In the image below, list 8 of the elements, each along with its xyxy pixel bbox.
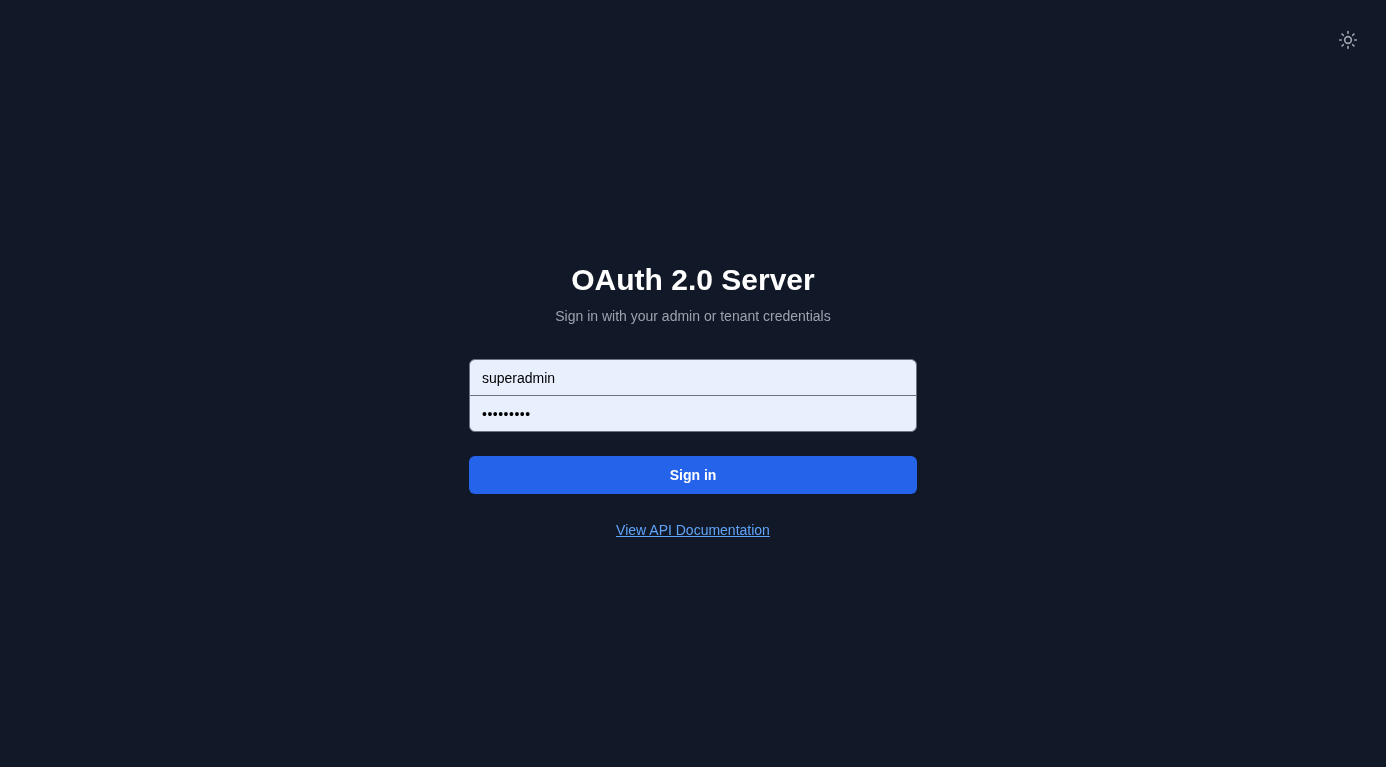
api-docs-link[interactable]: View API Documentation xyxy=(616,520,770,540)
username-field[interactable]: superadmin xyxy=(469,359,917,396)
theme-toggle-button[interactable] xyxy=(1336,28,1360,52)
sun-icon xyxy=(1338,30,1358,50)
subtitle: Sign in with your admin or tenant credentials xyxy=(555,307,831,326)
sign-in-button[interactable]: Sign in xyxy=(469,456,917,494)
password-field[interactable]: ••••••••• xyxy=(469,395,917,432)
page-title: OAuth 2.0 Server xyxy=(571,262,815,298)
